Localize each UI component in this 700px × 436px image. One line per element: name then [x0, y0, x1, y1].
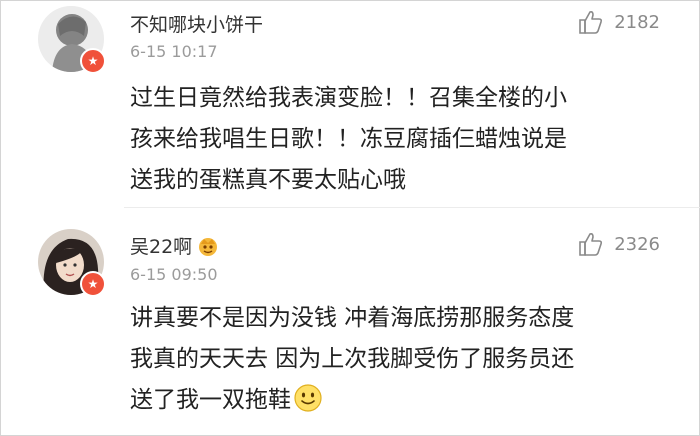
comment-item: ★ 不知哪块小饼干 6-15 10:17 2182 过生日竟然给我表演变脸！！召…	[0, 0, 700, 208]
comment-text-segment: 送了我一双拖鞋	[130, 387, 291, 413]
comment-text-line: 过生日竟然给我表演变脸！！召集全楼的小	[130, 85, 567, 111]
comment-text-line: 我真的天天去 因为上次我脚受伤了服务员还	[130, 346, 575, 372]
like-button[interactable]: 2326	[576, 230, 660, 258]
comment-text: 讲真要不是因为没钱 冲着海底捞那服务态度 我真的天天去 因为上次我脚受伤了服务员…	[130, 298, 670, 421]
like-button[interactable]: 2182	[576, 8, 660, 36]
avatar[interactable]: ★	[38, 229, 106, 297]
comment-time: 6-15 09:50	[130, 265, 218, 284]
comment-item: ★ 吴22啊 6-15 09:50 2326 讲真要不是因为没钱 冲着海底捞那服…	[0, 208, 700, 436]
verified-badge-icon: ★	[80, 271, 106, 297]
username[interactable]: 吴22啊	[130, 232, 220, 259]
avatar[interactable]: ★	[38, 6, 106, 74]
like-count: 2182	[614, 11, 660, 33]
username[interactable]: 不知哪块小饼干	[130, 10, 263, 37]
vip-crown-icon	[199, 238, 218, 256]
thumbs-up-icon	[579, 11, 603, 34]
verified-badge-icon: ★	[80, 48, 106, 74]
comment-text-line: 孩来给我唱生日歌！！冻豆腐插仨蜡烛说是	[130, 126, 567, 152]
comment-text: 过生日竟然给我表演变脸！！召集全楼的小 孩来给我唱生日歌！！冻豆腐插仨蜡烛说是 …	[130, 78, 670, 201]
comment-text-line: 送我的蛋糕真不要太贴心哦	[130, 167, 406, 193]
smile-emoji-icon	[294, 384, 322, 412]
like-count: 2326	[614, 233, 660, 255]
comment-text-line: 讲真要不是因为没钱 冲着海底捞那服务态度	[130, 305, 575, 331]
thumbs-up-icon	[579, 233, 603, 256]
comment-text-line: 送了我一双拖鞋	[130, 380, 670, 421]
comment-time: 6-15 10:17	[130, 42, 218, 61]
username-text: 吴22啊	[130, 236, 193, 258]
